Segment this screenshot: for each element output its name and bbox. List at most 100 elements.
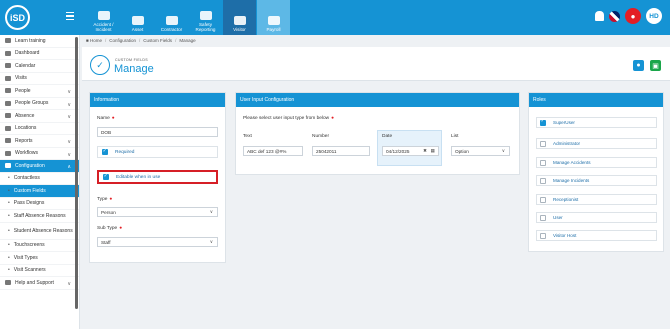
role-administrator[interactable]: Administrator bbox=[536, 138, 657, 149]
sidebar-item-locations[interactable]: Locations bbox=[0, 123, 79, 135]
sidebar-sub-staff-absence-reasons[interactable]: Staff Absence Reasons bbox=[0, 210, 79, 223]
information-panel-title: Information bbox=[90, 93, 225, 107]
menu-icon[interactable] bbox=[66, 12, 74, 21]
editable-checkbox[interactable] bbox=[103, 173, 109, 180]
chevron-down-icon: ∨ bbox=[67, 114, 71, 120]
isd-logo[interactable]: iSD bbox=[5, 5, 30, 30]
role-receptionist[interactable]: Receptionist bbox=[536, 194, 657, 205]
sidebar-item-people-groups[interactable]: People Groups ∨ bbox=[0, 98, 79, 110]
number-option-label[interactable]: Number bbox=[312, 134, 329, 139]
list-option-label[interactable]: List bbox=[451, 134, 458, 139]
role-checkbox[interactable] bbox=[540, 214, 546, 221]
role-checkbox[interactable] bbox=[540, 232, 546, 239]
sidebar-item-dashboard[interactable]: Dashboard bbox=[0, 48, 79, 60]
role-user[interactable]: User bbox=[536, 212, 657, 223]
sidebar-item-learn-training[interactable]: Learn training bbox=[0, 35, 79, 48]
name-field[interactable]: DOB bbox=[97, 127, 218, 137]
chevron-down-icon: ∨ bbox=[67, 151, 71, 158]
clear-icon[interactable]: ✖ bbox=[423, 148, 427, 154]
type-select[interactable]: Person ∨ bbox=[97, 207, 218, 217]
configuration-icon bbox=[5, 163, 11, 169]
training-icon bbox=[5, 38, 11, 44]
sidebar-scrollbar[interactable] bbox=[75, 37, 78, 309]
chevron-down-icon: ∨ bbox=[67, 89, 71, 95]
role-checkbox[interactable] bbox=[540, 196, 546, 203]
sidebar-item-calendar[interactable]: Calendar bbox=[0, 60, 79, 73]
role-visitor-host[interactable]: Visitor Host bbox=[536, 230, 657, 241]
alert-button[interactable]: ● bbox=[625, 8, 641, 24]
sidebar-sub-custom-fields[interactable]: Custom Fields bbox=[0, 185, 79, 198]
editable-checkbox-row[interactable]: Editable when in use bbox=[97, 170, 218, 184]
custom-fields-icon: ✓ bbox=[90, 55, 110, 75]
role-superuser[interactable]: SuperUser bbox=[536, 117, 657, 128]
sidebar-item-visits[interactable]: Visits bbox=[0, 73, 79, 85]
sidebar-item-configuration[interactable]: Configuration ∧ bbox=[0, 160, 79, 173]
role-checkbox[interactable] bbox=[540, 118, 546, 126]
roles-panel-title: Roles bbox=[529, 93, 663, 107]
chevron-down-icon: ∨ bbox=[67, 139, 71, 145]
preview-button[interactable]: ● bbox=[633, 60, 644, 71]
date-input-example[interactable]: 04/12/2025 ✖ ▦ bbox=[382, 146, 439, 156]
sidebar-sub-student-absence-reasons[interactable]: Student Absence Reasons bbox=[0, 223, 79, 240]
calendar-icon[interactable]: ▦ bbox=[431, 148, 435, 154]
role-checkbox[interactable] bbox=[540, 140, 546, 147]
sidebar-sub-pass-designs[interactable]: Pass Designs bbox=[0, 198, 79, 210]
nav-safety-reporting[interactable]: Safety Reporting bbox=[189, 0, 222, 35]
role-manage-incidents[interactable]: Manage Incidents bbox=[536, 175, 657, 186]
nav-accident-incident[interactable]: Accident / Incident bbox=[87, 0, 120, 35]
nav-asset[interactable]: Asset bbox=[121, 0, 154, 35]
people-icon bbox=[5, 88, 11, 94]
required-checkbox-row[interactable]: Required bbox=[97, 146, 218, 158]
role-checkbox[interactable] bbox=[540, 159, 546, 166]
sidebar-sub-visit-scanners[interactable]: Visit Scanners bbox=[0, 265, 79, 277]
nav-contractor[interactable]: Contractor bbox=[155, 0, 188, 35]
sidebar-sub-visit-types[interactable]: Visit Types bbox=[0, 252, 79, 265]
safety-icon bbox=[199, 11, 212, 20]
uk-flag-icon[interactable] bbox=[609, 10, 620, 22]
accident-icon bbox=[97, 11, 110, 20]
number-input-example[interactable]: 25042011 bbox=[312, 146, 370, 156]
save-button[interactable]: ▣ bbox=[650, 60, 661, 71]
role-checkbox[interactable] bbox=[540, 177, 546, 184]
sidebar: Learn training Dashboard Calendar Visits… bbox=[0, 35, 80, 329]
required-checkbox[interactable] bbox=[102, 148, 108, 155]
page-subtitle: CUSTOM FIELDS bbox=[115, 58, 148, 62]
breadcrumb-manage: Manage bbox=[179, 38, 196, 43]
name-label: Name ● bbox=[97, 116, 115, 121]
dashboard-icon bbox=[5, 50, 11, 56]
visits-icon bbox=[5, 75, 11, 81]
roles-panel: Roles SuperUser Administrator Manage Acc… bbox=[528, 92, 664, 252]
sidebar-item-people[interactable]: People ∨ bbox=[0, 85, 79, 98]
sidebar-item-workflows[interactable]: Workflows ∨ bbox=[0, 148, 79, 160]
sidebar-item-absence[interactable]: Absence ∨ bbox=[0, 110, 79, 123]
sidebar-sub-touchscreens[interactable]: Touchscreens bbox=[0, 240, 79, 252]
sidebar-item-help-support[interactable]: Help and Support ∨ bbox=[0, 277, 79, 290]
chevron-down-icon: ∨ bbox=[67, 101, 71, 108]
sidebar-item-reports[interactable]: Reports ∨ bbox=[0, 135, 79, 148]
text-option-label[interactable]: Text bbox=[243, 134, 252, 139]
list-select-example[interactable]: Option ∨ bbox=[451, 146, 510, 156]
user-avatar[interactable]: HD bbox=[646, 8, 662, 24]
page-header: ✓ CUSTOM FIELDS Manage ● ▣ bbox=[82, 47, 670, 81]
breadcrumb: ■ Home / Configuration / Custom Fields /… bbox=[86, 38, 196, 43]
nav-visitor[interactable]: Visitor bbox=[223, 0, 256, 35]
subtype-select[interactable]: Staff ∨ bbox=[97, 237, 218, 247]
top-nav: Accident / Incident Asset Contractor Saf… bbox=[87, 0, 291, 35]
nav-payroll[interactable]: Payroll bbox=[257, 0, 290, 35]
date-option-label[interactable]: Date bbox=[382, 134, 392, 139]
chevron-down-icon: ∨ bbox=[501, 148, 505, 153]
bell-icon[interactable] bbox=[595, 11, 604, 21]
text-input-example[interactable]: ABC def 123 @#% bbox=[243, 146, 303, 156]
information-panel: Information Name● DOB Required Editable … bbox=[89, 92, 226, 263]
contractor-icon bbox=[165, 16, 178, 25]
people-groups-icon bbox=[5, 100, 11, 106]
page-title: Manage bbox=[114, 63, 154, 75]
role-manage-accidents[interactable]: Manage Accidents bbox=[536, 157, 657, 168]
breadcrumb-configuration[interactable]: Configuration bbox=[109, 38, 136, 43]
breadcrumb-home[interactable]: Home bbox=[90, 38, 102, 43]
breadcrumb-custom-fields[interactable]: Custom Fields bbox=[143, 38, 172, 43]
sidebar-sub-contactless[interactable]: Contactless bbox=[0, 173, 79, 185]
chevron-up-icon: ∧ bbox=[67, 164, 71, 170]
user-input-config-panel: User Input Configuration Please select u… bbox=[235, 92, 520, 175]
reports-icon bbox=[5, 138, 11, 144]
